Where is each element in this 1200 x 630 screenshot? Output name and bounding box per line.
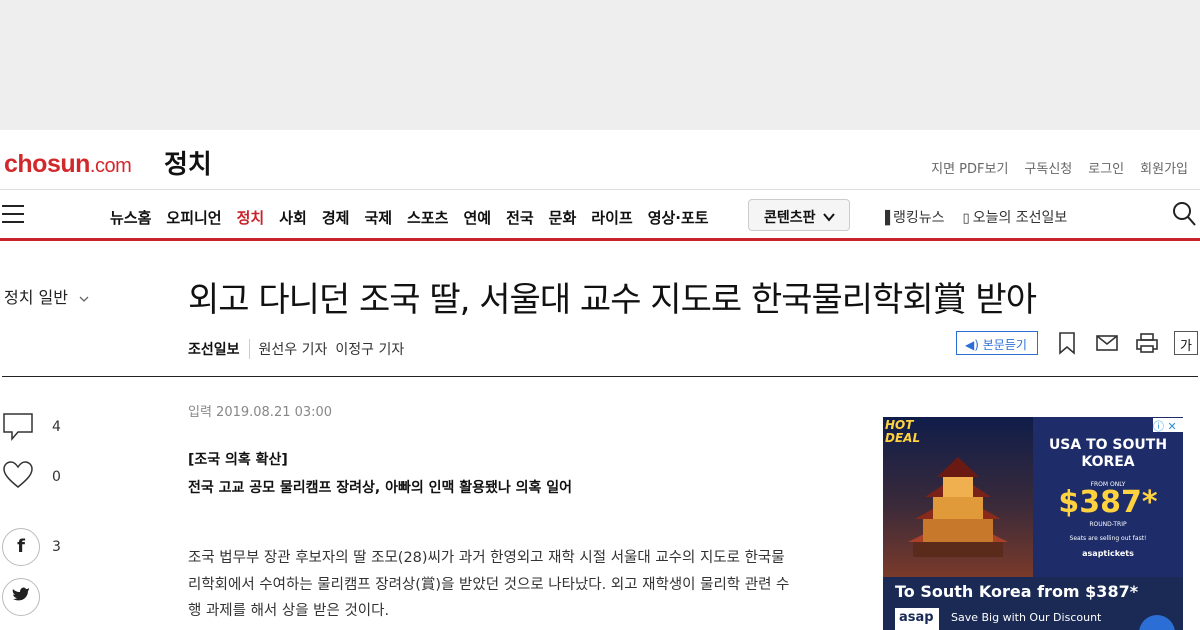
nav-item-home[interactable]: 뉴스홈	[110, 207, 151, 228]
reporter-name[interactable]: 이정구 기자	[335, 339, 404, 359]
ad-price: $387*	[1058, 485, 1158, 520]
nav-item-life[interactable]: 라이프	[591, 207, 632, 228]
ad-roundtrip-label: ROUND-TRIP	[1089, 521, 1127, 528]
chevron-down-icon	[79, 296, 89, 302]
main-nav: 뉴스홈 오피니언 정치 사회 경제 국제 스포츠 연예 전국 문화 라이프 영상…	[0, 191, 1200, 241]
ad-offer-panel: USA TO SOUTH KOREA FROM ONLY $387* ROUND…	[1033, 417, 1183, 577]
site-header: chosun.com 정치 지면 PDF보기 구독신청 로그인 회원가입	[0, 130, 1200, 190]
body-line: 조국 법무부 장관 후보자의 딸 조모(28)씨가 과거 한영외고 재학 시절 …	[188, 550, 785, 566]
article-tools: ◀) 본문듣기 가	[956, 331, 1198, 355]
login-link[interactable]: 로그인	[1088, 158, 1124, 177]
ad-footer: To South Korea from $387* asap Save Big …	[883, 577, 1183, 630]
hamburger-icon[interactable]	[2, 205, 24, 225]
pdf-link[interactable]: 지면 PDF보기	[931, 158, 1008, 177]
nav-item-culture[interactable]: 문화	[549, 207, 577, 228]
bar-chart-icon: ▐	[880, 211, 890, 226]
nav-item-entertainment[interactable]: 연예	[463, 207, 491, 228]
chosun-logo[interactable]: chosun.com	[4, 150, 132, 179]
search-icon[interactable]	[1172, 201, 1196, 227]
hot-deal-badge: HOT DEAL	[885, 419, 920, 445]
today-paper-label: 오늘의 조선일보	[972, 210, 1068, 226]
content-board-button[interactable]: 콘텐츠판	[748, 199, 850, 231]
ad-brand: asaptickets	[1082, 549, 1134, 558]
subscribe-link[interactable]: 구독신청	[1024, 158, 1072, 177]
byline: 조선일보 원선우 기자 이정구 기자	[188, 339, 412, 359]
like-count: 0	[52, 469, 61, 485]
listen-button[interactable]: ◀) 본문듣기	[956, 331, 1038, 355]
nav-item-national[interactable]: 전국	[506, 207, 534, 228]
listen-label: 본문듣기	[982, 338, 1027, 352]
body-line: 리학회에서 수여하는 물리캠프 장려상(賞)을 받았던 것으로 나타났다. 외고…	[188, 576, 790, 593]
header-divider	[2, 376, 1198, 377]
today-paper-link[interactable]: ▯ 오늘의 조선일보	[963, 207, 1068, 227]
article-headline: 외고 다니던 조국 딸, 서울대 교수 지도로 한국물리학회賞 받아	[188, 280, 1037, 320]
nav-menu: 뉴스홈 오피니언 정치 사회 경제 국제 스포츠 연예 전국 문화 라이프 영상…	[110, 207, 724, 228]
nav-item-opinion[interactable]: 오피니언	[166, 207, 221, 228]
signup-link[interactable]: 회원가입	[1140, 158, 1188, 177]
speaker-icon: ◀)	[965, 338, 979, 352]
publish-date: 입력 2019.08.21 03:00	[188, 405, 333, 420]
logo-suffix: .com	[89, 155, 132, 177]
print-icon[interactable]	[1136, 331, 1158, 355]
ranking-news-link[interactable]: ▐ 랭킹뉴스	[880, 207, 945, 227]
section-title[interactable]: 정치	[164, 144, 212, 181]
email-icon[interactable]	[1096, 331, 1118, 355]
nav-item-video-photo[interactable]: 영상·포토	[648, 207, 709, 228]
logo-text: chosun	[4, 150, 90, 178]
summary-line: 전국 고교 공모 물리캠프 장려상, 아빠의 인맥 활용됐나 의혹 일어	[188, 480, 573, 496]
facebook-share-button[interactable]: f	[2, 528, 40, 566]
document-icon: ▯	[962, 211, 970, 226]
comment-button[interactable]	[2, 412, 34, 442]
nav-extra: ▐ 랭킹뉴스 ▯ 오늘의 조선일보	[880, 207, 1067, 227]
reporter-name[interactable]: 원선우 기자	[259, 339, 328, 359]
facebook-icon: f	[2, 528, 40, 566]
nav-item-sports[interactable]: 스포츠	[407, 207, 448, 228]
chevron-down-icon	[823, 213, 836, 222]
ad-logo: asap	[895, 608, 939, 630]
comment-count: 4	[52, 419, 61, 435]
ad-urgency-text: Seats are selling out fast!	[1069, 535, 1147, 542]
comment-icon	[3, 413, 33, 442]
util-links: 지면 PDF보기 구독신청 로그인 회원가입	[931, 158, 1188, 177]
ad-title: To South Korea from $387*	[895, 582, 1139, 601]
subcategory-dropdown[interactable]: 정치 일반	[4, 284, 89, 308]
display-ad[interactable]: HOT DEAL USA TO SOUTH KOREA FROM ONLY $3…	[883, 417, 1183, 630]
body-line: 행 과제를 해서 상을 받은 것이다.	[188, 603, 390, 619]
facebook-share-count: 3	[52, 539, 61, 555]
twitter-icon	[2, 578, 40, 616]
subcategory-label: 정치 일반	[4, 288, 68, 307]
like-button[interactable]	[2, 460, 34, 490]
nav-item-society[interactable]: 사회	[279, 207, 307, 228]
summary-line: [조국 의혹 확산]	[188, 452, 288, 468]
nav-item-economy[interactable]: 경제	[322, 207, 350, 228]
pagoda-image	[908, 457, 1008, 557]
ad-description: Save Big with Our Discount	[951, 611, 1102, 624]
font-size-button[interactable]: 가	[1174, 331, 1198, 355]
twitter-share-button[interactable]	[2, 578, 40, 616]
article-body: 조국 법무부 장관 후보자의 딸 조모(28)씨가 과거 한영외고 재학 시절 …	[188, 545, 838, 625]
heart-icon	[3, 461, 33, 488]
press-name[interactable]: 조선일보	[188, 339, 250, 359]
badge-line: DEAL	[885, 431, 921, 445]
bookmark-icon[interactable]	[1056, 331, 1078, 355]
article-summary: [조국 의혹 확산] 전국 고교 공모 물리캠프 장려상, 아빠의 인맥 활용됐…	[188, 446, 572, 502]
nav-item-international[interactable]: 국제	[364, 207, 392, 228]
ad-headline: USA TO SOUTH KOREA	[1048, 437, 1168, 470]
ad-close-icon[interactable]: ⓘ ✕	[1153, 418, 1183, 433]
ranking-label: 랭킹뉴스	[893, 210, 945, 226]
ad-next-arrow-icon[interactable]	[1139, 615, 1175, 630]
nav-item-politics[interactable]: 정치	[237, 207, 265, 228]
top-ad-banner	[0, 0, 1200, 130]
content-board-label: 콘텐츠판	[764, 210, 816, 226]
ad-photo: HOT DEAL	[883, 417, 1033, 577]
